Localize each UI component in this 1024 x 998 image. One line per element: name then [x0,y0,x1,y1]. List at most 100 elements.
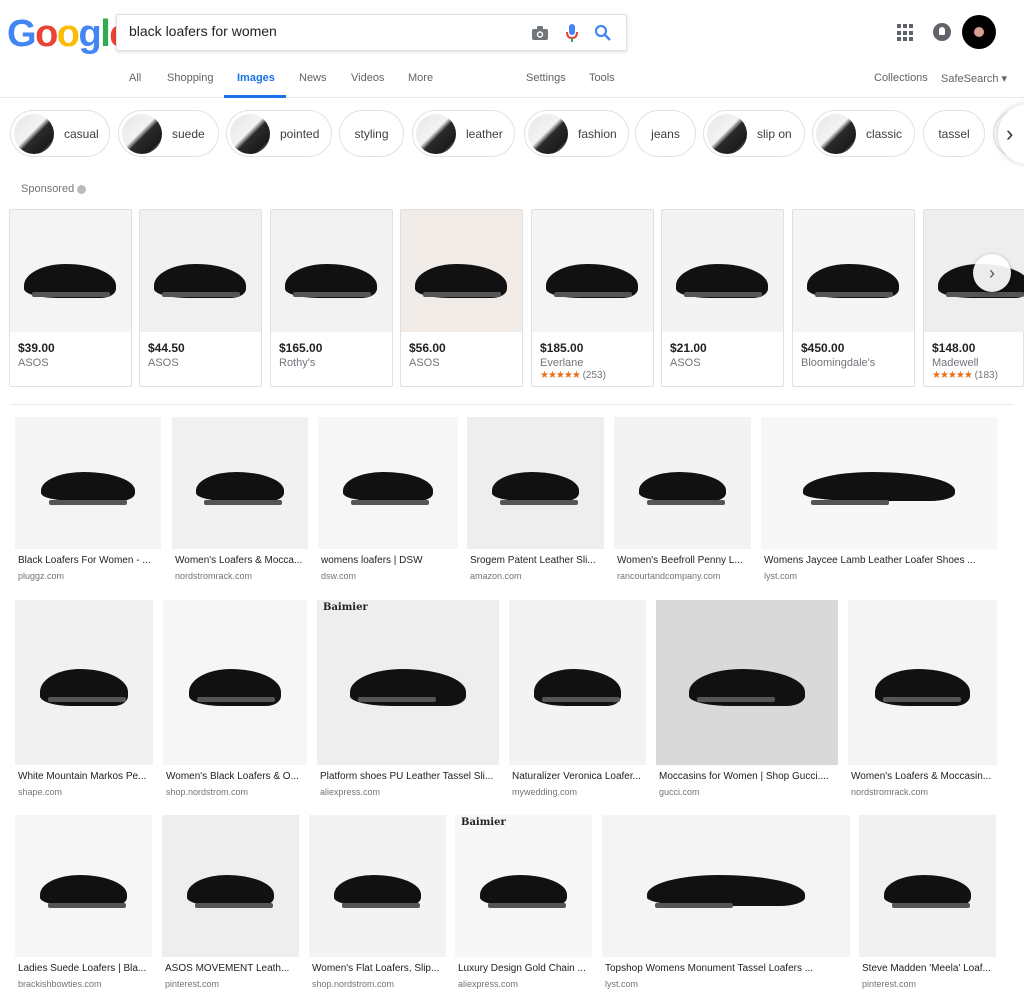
chip-suede[interactable]: suede [118,110,219,157]
image-result[interactable]: Baimier Luxury Design Gold Chain ... aliex… [455,815,592,993]
sponsored-product-card[interactable]: $39.00 ASOS [9,209,132,387]
image-result[interactable]: Women's Black Loafers & O... shop.nordstr… [163,600,307,801]
sponsored-product-card[interactable]: $21.00 ASOS [661,209,784,387]
notification-bell-icon[interactable] [933,23,951,41]
image-result[interactable]: ASOS MOVEMENT Leath... pinterest.com [162,815,299,993]
result-thumbnail[interactable] [15,417,161,549]
search-box[interactable] [116,14,627,51]
camera-icon[interactable] [530,23,550,43]
image-result[interactable]: White Mountain Markos Pe... shape.com [15,600,153,801]
result-title[interactable]: Naturalizer Veronica Loafer... [512,771,645,782]
chip-jeans[interactable]: jeans [635,110,696,157]
result-title[interactable]: ASOS MOVEMENT Leath... [165,963,298,974]
image-result[interactable]: Topshop Womens Monument Tassel Loafers .… [602,815,850,993]
chevron-right-icon[interactable]: › [973,254,1011,292]
google-logo[interactable]: Google [7,14,130,54]
image-result[interactable]: Women's Loafers & Moccasin... nordstromra… [848,600,997,801]
image-result[interactable]: Womens Jaycee Lamb Leather Loafer Shoes … [761,417,997,585]
result-title[interactable]: Women's Beefroll Penny L... [617,555,750,566]
collections-link[interactable]: Collections [874,72,928,84]
result-title[interactable]: Women's Black Loafers & O... [166,771,306,782]
product-image[interactable] [793,210,914,332]
sponsored-product-card[interactable]: $44.50 ASOS [139,209,262,387]
result-thumbnail[interactable] [761,417,997,549]
result-thumbnail[interactable] [859,815,996,957]
tab-videos[interactable]: Videos [351,72,384,84]
product-image[interactable] [10,210,131,332]
image-result[interactable]: Naturalizer Veronica Loafer... mywedding.… [509,600,646,801]
sponsored-product-card[interactable]: $148.00 Madewell ★★★★★ (183) [923,209,1024,387]
chip-slip-on[interactable]: slip on [703,110,805,157]
tools-link[interactable]: Tools [589,72,615,84]
tab-shopping[interactable]: Shopping [167,72,214,84]
result-title[interactable]: Women's Flat Loafers, Slip... [312,963,445,974]
product-image[interactable] [271,210,392,332]
sponsored-product-card[interactable]: $56.00 ASOS [400,209,523,387]
image-result[interactable]: Black Loafers For Women - ... pluggz.com [15,417,161,585]
safesearch-toggle[interactable]: SafeSearch ▾ [941,72,1007,85]
image-result[interactable]: Baimier Platform shoes PU Leather Tassel … [317,600,499,801]
result-thumbnail[interactable] [15,815,152,957]
chip-pointed[interactable]: pointed [226,110,332,157]
search-icon[interactable] [593,23,613,43]
product-image[interactable] [662,210,783,332]
settings-link[interactable]: Settings [526,72,566,84]
sponsored-product-card[interactable]: $165.00 Rothy's [270,209,393,387]
tab-images[interactable]: Images [237,72,275,84]
result-title[interactable]: Topshop Womens Monument Tassel Loafers .… [605,963,849,974]
result-thumbnail[interactable]: Baimier [455,815,592,957]
search-input[interactable] [129,23,519,39]
product-image[interactable] [140,210,261,332]
chip-classic[interactable]: classic [812,110,915,157]
result-thumbnail[interactable] [509,600,646,765]
image-result[interactable]: Women's Loafers & Mocca... nordstromrack.… [172,417,308,585]
chip-styling[interactable]: styling [339,110,404,157]
result-thumbnail[interactable] [15,600,153,765]
info-icon[interactable] [77,184,87,194]
apps-grid-icon[interactable] [897,24,915,42]
result-thumbnail[interactable] [467,417,604,549]
result-title[interactable]: Women's Loafers & Moccasin... [851,771,996,782]
sponsored-product-card[interactable]: $450.00 Bloomingdale's [792,209,915,387]
tab-more[interactable]: More [408,72,433,84]
result-title[interactable]: Ladies Suede Loafers | Bla... [18,963,151,974]
chip-casual[interactable]: casual [10,110,110,157]
image-result[interactable]: Moccasins for Women | Shop Gucci.... gucc… [656,600,838,801]
result-title[interactable]: Luxury Design Gold Chain ... [458,963,591,974]
result-thumbnail[interactable] [162,815,299,957]
result-thumbnail[interactable] [309,815,446,957]
result-title[interactable]: Moccasins for Women | Shop Gucci.... [659,771,837,782]
account-avatar[interactable] [962,15,996,49]
result-thumbnail[interactable] [318,417,458,549]
result-title[interactable]: Women's Loafers & Mocca... [175,555,307,566]
image-result[interactable]: Ladies Suede Loafers | Bla... brackishbow… [15,815,152,993]
result-title[interactable]: Black Loafers For Women - ... [18,555,160,566]
result-thumbnail[interactable] [848,600,997,765]
result-title[interactable]: womens loafers | DSW [321,555,457,566]
image-result[interactable]: Srogem Patent Leather Sli... amazon.com [467,417,604,585]
image-result[interactable]: Women's Beefroll Penny L... rancourtandco… [614,417,751,585]
result-thumbnail[interactable] [163,600,307,765]
result-thumbnail[interactable] [614,417,751,549]
product-image[interactable] [532,210,653,332]
image-result[interactable]: Women's Flat Loafers, Slip... shop.nordst… [309,815,446,993]
result-title[interactable]: Platform shoes PU Leather Tassel Sli... [320,771,498,782]
result-thumbnail[interactable] [602,815,850,957]
result-title[interactable]: Steve Madden 'Meela' Loaf... [862,963,995,974]
chip-fashion[interactable]: fashion [524,110,629,157]
chip-tassel[interactable]: tassel [923,110,985,157]
result-title[interactable]: Womens Jaycee Lamb Leather Loafer Shoes … [764,555,996,566]
image-result[interactable]: womens loafers | DSW dsw.com [318,417,458,585]
chip-leather[interactable]: leather [412,110,515,157]
sponsored-product-card[interactable]: $185.00 Everlane ★★★★★ (253) [531,209,654,387]
tab-news[interactable]: News [299,72,327,84]
tab-all[interactable]: All [129,72,141,84]
result-thumbnail[interactable] [656,600,838,765]
result-title[interactable]: White Mountain Markos Pe... [18,771,152,782]
result-title[interactable]: Srogem Patent Leather Sli... [470,555,603,566]
product-image[interactable] [401,210,522,332]
microphone-icon[interactable] [562,23,582,43]
result-thumbnail[interactable] [172,417,308,549]
image-result[interactable]: Steve Madden 'Meela' Loaf... pinterest.co… [859,815,996,993]
result-thumbnail[interactable]: Baimier [317,600,499,765]
